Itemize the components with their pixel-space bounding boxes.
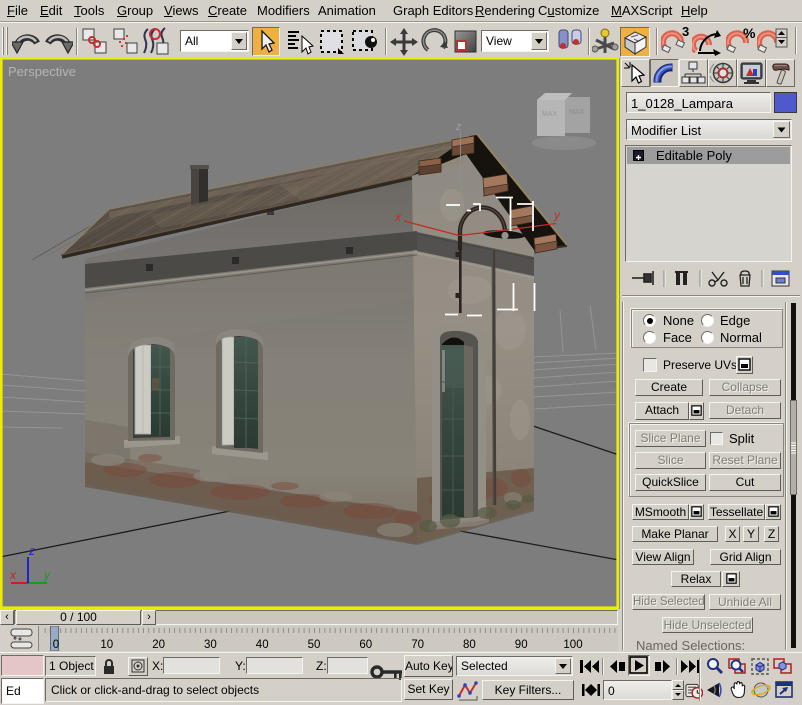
svg-text:80: 80 [463,639,476,651]
svg-text:70: 70 [411,639,424,651]
svg-text:0: 0 [53,639,59,651]
svg-text:30: 30 [204,639,217,651]
svg-text:60: 60 [359,639,372,651]
svg-text:10: 10 [100,639,113,651]
svg-text:x: x [9,568,17,582]
svg-text:90: 90 [515,639,528,651]
svg-text:z: z [28,544,35,558]
svg-text:20: 20 [152,639,165,651]
svg-text:100: 100 [563,639,582,651]
svg-text:40: 40 [256,639,269,651]
svg-text:50: 50 [308,639,321,651]
svg-text:y: y [43,568,51,582]
svg-text:z: z [455,121,462,133]
svg-text:Perspective: Perspective [8,64,76,79]
svg-text:MAX: MAX [569,109,585,116]
svg-text:x: x [394,210,402,224]
svg-text:MAX: MAX [542,111,558,118]
svg-text:y: y [553,208,561,222]
